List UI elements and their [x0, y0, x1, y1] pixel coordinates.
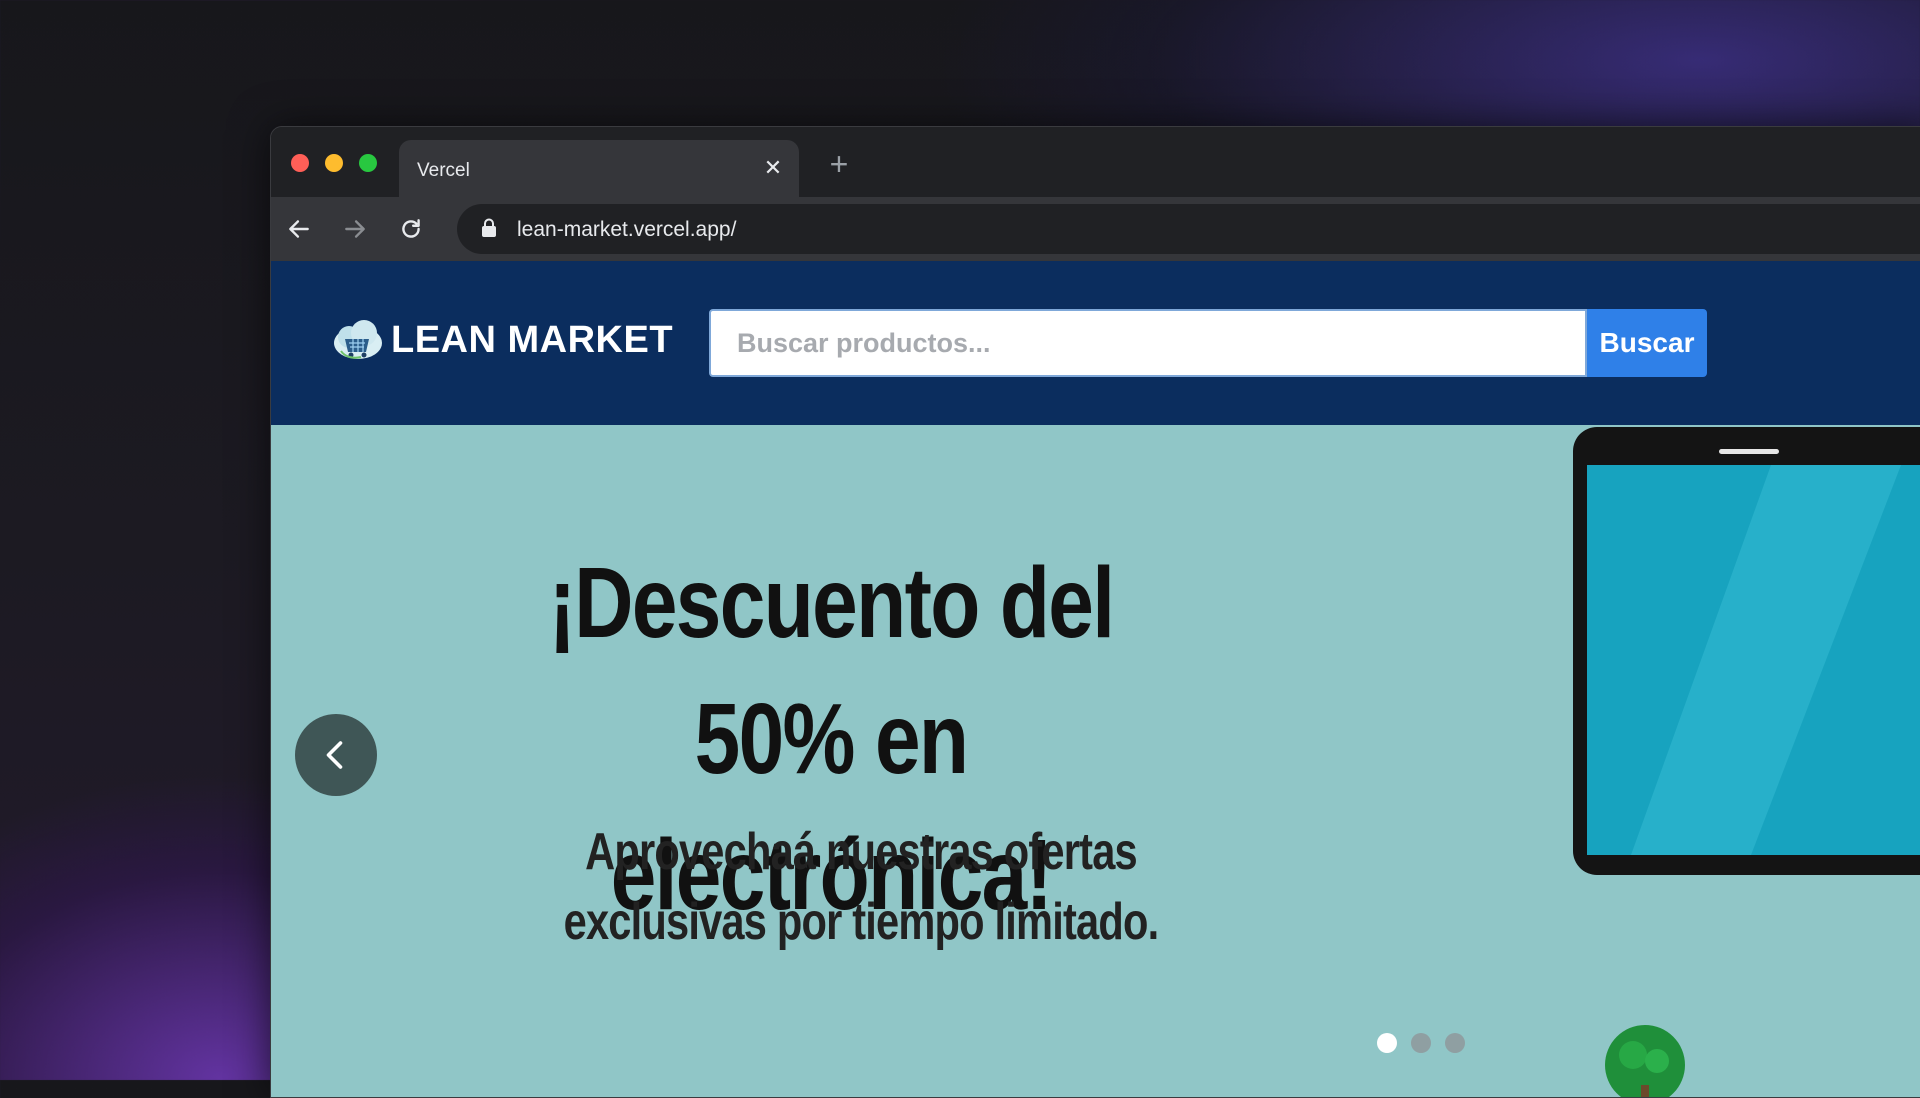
tab-title: Vercel [417, 160, 470, 181]
tab-strip: Vercel ✕ + [271, 127, 1920, 197]
close-icon[interactable]: ✕ [761, 156, 785, 180]
maximize-window-button[interactable] [359, 154, 377, 172]
banner-subtitle: Aprovechaá nuestras ofertas exclusivas p… [563, 823, 1160, 951]
address-bar[interactable]: lean-market.vercel.app/ [457, 204, 1920, 254]
tablet-image [1573, 427, 1920, 875]
back-arrow-icon[interactable] [281, 211, 317, 247]
promo-carousel: ¡Descuento del 50% en electrónica! Aprov… [271, 425, 1920, 1097]
carousel-dot[interactable] [1445, 1033, 1465, 1053]
chevron-left-icon [326, 741, 343, 769]
plus-icon[interactable]: + [823, 148, 855, 181]
logo-text: LEAN MARKET [391, 318, 674, 361]
browser-tab[interactable]: Vercel ✕ [399, 140, 799, 197]
search-input[interactable] [709, 309, 1587, 377]
web-page: LEAN MARKET Buscar ¡Descuento del 50% en… [271, 261, 1920, 1097]
carousel-indicators [1377, 1033, 1465, 1053]
forward-arrow-icon[interactable] [337, 211, 373, 247]
url-text: lean-market.vercel.app/ [517, 218, 737, 241]
carousel-prev-button[interactable] [295, 714, 377, 796]
plant-image [1605, 1025, 1685, 1097]
carousel-dot[interactable] [1411, 1033, 1431, 1053]
site-logo[interactable]: LEAN MARKET [331, 317, 673, 363]
browser-toolbar: lean-market.vercel.app/ [271, 197, 1920, 261]
search-button[interactable]: Buscar [1587, 309, 1707, 377]
browser-window: Vercel ✕ + lean-market.vercel.app/ LEAN … [270, 126, 1920, 1098]
site-header: LEAN MARKET Buscar [271, 261, 1920, 425]
carousel-dot[interactable] [1377, 1033, 1397, 1053]
close-window-button[interactable] [291, 154, 309, 172]
lock-icon [482, 218, 496, 237]
minimize-window-button[interactable] [325, 154, 343, 172]
reload-icon[interactable] [393, 211, 429, 247]
logo-icon [334, 320, 382, 359]
